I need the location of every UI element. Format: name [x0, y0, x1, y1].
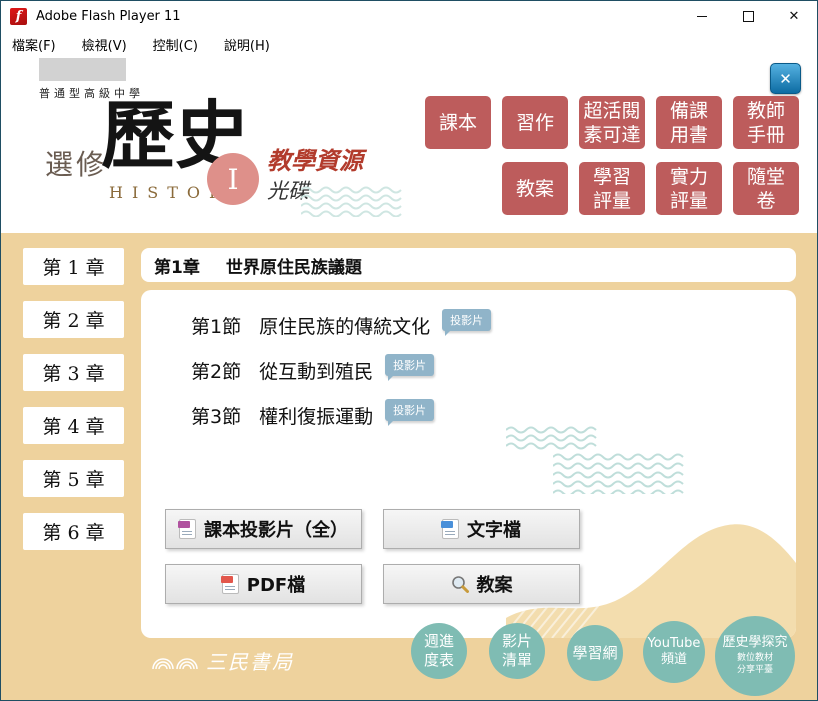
file-button-label: 教案 — [477, 571, 513, 597]
text-file-button[interactable]: 文字檔 — [383, 509, 580, 549]
sidebar-item-chapter-2[interactable]: 第 2 章 — [23, 301, 124, 338]
volume-badge: I — [207, 153, 259, 205]
sidebar-item-chapter-6[interactable]: 第 6 章 — [23, 513, 124, 550]
slides-tag-button[interactable]: 投影片 — [385, 399, 434, 421]
resource-button-prep-book[interactable]: 備課 用書 — [656, 96, 722, 149]
circle-label: 學習網 — [572, 644, 617, 663]
wave-decoration-icon — [506, 426, 601, 452]
pdf-file-icon — [222, 574, 239, 594]
section-row-2: 第2節 從互動到殖民 投影片 — [191, 357, 434, 384]
chapter-content-panel: 第1節 原住民族的傳統文化 投影片 第2節 從互動到殖民 投影片 第3節 權利復… — [141, 290, 796, 638]
search-icon — [451, 575, 469, 593]
menu-control[interactable]: 控制(C) — [153, 35, 198, 54]
circle-label: 影片 清單 — [502, 632, 532, 670]
volume-number: I — [227, 163, 238, 196]
section-number: 第2節 — [191, 357, 241, 384]
chapter-title: 世界原住民族議題 — [226, 253, 362, 278]
file-button-label: PDF檔 — [247, 571, 305, 597]
subtitle-resource: 教學資源 — [267, 141, 363, 176]
file-button-label: 課本投影片（全） — [204, 516, 348, 542]
circle-label: 週進 度表 — [424, 632, 454, 670]
maximize-button[interactable] — [725, 1, 771, 31]
resource-button-textbook[interactable]: 課本 — [425, 96, 491, 149]
video-list-circle-button[interactable]: 影片 清單 — [489, 623, 545, 679]
menu-view[interactable]: 檢視(V) — [82, 35, 127, 54]
resource-button-lesson-plan[interactable]: 教案 — [502, 162, 568, 215]
title-bar: f Adobe Flash Player 11 ✕ — [1, 1, 817, 31]
flash-player-window: f Adobe Flash Player 11 ✕ 檔案(F) 檢視(V) 控制… — [0, 0, 818, 701]
menu-file[interactable]: 檔案(F) — [12, 35, 56, 54]
rainbow-arcs-icon — [151, 652, 199, 670]
chapter-header: 第1章 世界原住民族議題 — [141, 248, 796, 282]
resource-button-workbook[interactable]: 習作 — [502, 96, 568, 149]
slides-all-button[interactable]: 課本投影片（全） — [165, 509, 362, 549]
resource-button-quiz-sheet[interactable]: 隨堂 卷 — [733, 162, 799, 215]
chapter-number: 第1章 — [154, 253, 200, 278]
maximize-icon — [743, 11, 754, 22]
section-title: 從互動到殖民 — [259, 357, 373, 384]
logo-placeholder — [39, 58, 126, 81]
doc-file-icon — [442, 519, 459, 539]
weekly-schedule-circle-button[interactable]: 週進 度表 — [411, 623, 467, 679]
pdf-file-button[interactable]: PDF檔 — [165, 564, 362, 604]
file-button-label: 文字檔 — [467, 516, 521, 542]
slides-tag-button[interactable]: 投影片 — [442, 309, 491, 331]
section-title: 原住民族的傳統文化 — [259, 312, 430, 339]
circle-label: YouTube 頻道 — [648, 636, 701, 669]
publisher-logo: 三民書局 — [151, 646, 294, 675]
wave-decoration-icon — [553, 452, 693, 494]
history-research-circle-button[interactable]: 歷史學探究 數位教材 分享平臺 — [715, 616, 795, 696]
close-icon: ✕ — [789, 9, 800, 24]
section-number: 第3節 — [191, 402, 241, 429]
app-close-icon: ✕ — [779, 70, 792, 88]
resource-button-ability-assessment[interactable]: 實力 評量 — [656, 162, 722, 215]
section-title: 權利復振運動 — [259, 402, 373, 429]
wave-decoration-icon — [301, 185, 406, 217]
resource-button-reading[interactable]: 超活閱 素可達 — [579, 96, 645, 149]
publisher-name: 三民書局 — [206, 646, 294, 675]
lesson-plan-file-button[interactable]: 教案 — [383, 564, 580, 604]
slides-tag-button[interactable]: 投影片 — [385, 354, 434, 376]
section-row-1: 第1節 原住民族的傳統文化 投影片 — [191, 312, 491, 339]
flash-logo-icon: f — [10, 8, 27, 25]
section-row-3: 第3節 權利復振運動 投影片 — [191, 402, 434, 429]
sidebar-item-chapter-5[interactable]: 第 5 章 — [23, 460, 124, 497]
window-title: Adobe Flash Player 11 — [36, 9, 181, 24]
close-button[interactable]: ✕ — [771, 1, 817, 31]
circle-sublabel: 數位教材 分享平臺 — [737, 653, 773, 676]
minimize-button[interactable] — [679, 1, 725, 31]
section-number: 第1節 — [191, 312, 241, 339]
learning-site-circle-button[interactable]: 學習網 — [567, 625, 623, 681]
menu-bar: 檔案(F) 檢視(V) 控制(C) 說明(H) — [1, 31, 817, 57]
minimize-icon — [697, 16, 707, 17]
resource-button-teacher-manual[interactable]: 教師 手冊 — [733, 96, 799, 149]
title-prefix: 選修 — [45, 143, 107, 183]
sidebar-item-chapter-4[interactable]: 第 4 章 — [23, 407, 124, 444]
sidebar-item-chapter-1[interactable]: 第 1 章 — [23, 248, 124, 285]
menu-help[interactable]: 說明(H) — [224, 35, 270, 54]
app-close-button[interactable]: ✕ — [770, 63, 801, 94]
sidebar-item-chapter-3[interactable]: 第 3 章 — [23, 354, 124, 391]
window-controls: ✕ — [679, 1, 817, 31]
circle-label: 歷史學探究 — [722, 635, 787, 651]
ppt-file-icon — [179, 519, 196, 539]
youtube-channel-circle-button[interactable]: YouTube 頻道 — [643, 621, 705, 683]
resource-button-learning-assessment[interactable]: 學習 評量 — [579, 162, 645, 215]
header: 普通型高級中學 選修 歷史 HISTORY I 教學資源 光碟 ✕ 課本 習作 … — [1, 57, 817, 233]
